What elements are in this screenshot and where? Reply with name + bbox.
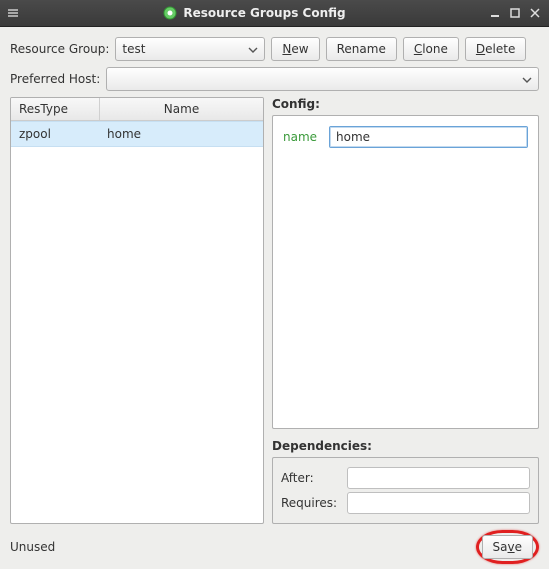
titlebar: Resource Groups Config bbox=[0, 0, 549, 27]
new-button[interactable]: New bbox=[271, 37, 319, 61]
chevron-down-icon bbox=[522, 72, 532, 86]
window-menu-icon[interactable] bbox=[6, 6, 20, 20]
config-panel: name bbox=[272, 115, 539, 429]
delete-button[interactable]: Delete bbox=[465, 37, 526, 61]
window-title: Resource Groups Config bbox=[183, 6, 345, 20]
after-input[interactable] bbox=[347, 467, 530, 489]
preferred-host-combo[interactable] bbox=[106, 67, 539, 91]
cell-restype: zpool bbox=[11, 127, 99, 141]
cell-name: home bbox=[99, 127, 149, 141]
preferred-host-label: Preferred Host: bbox=[10, 72, 100, 86]
rename-button[interactable]: Rename bbox=[326, 37, 397, 61]
chevron-down-icon bbox=[248, 42, 258, 56]
resource-group-combo[interactable]: test bbox=[115, 37, 265, 61]
close-button[interactable] bbox=[527, 5, 543, 21]
resource-group-value: test bbox=[122, 42, 145, 56]
config-section-label: Config: bbox=[272, 97, 539, 111]
requires-input[interactable] bbox=[347, 492, 530, 514]
config-name-label: name bbox=[283, 130, 321, 144]
requires-label: Requires: bbox=[281, 496, 341, 510]
dependencies-section-label: Dependencies: bbox=[272, 439, 539, 453]
column-header-name[interactable]: Name bbox=[100, 98, 263, 120]
after-label: After: bbox=[281, 471, 341, 485]
status-text: Unused bbox=[10, 540, 55, 554]
resources-table[interactable]: ResType Name zpool home bbox=[10, 97, 264, 524]
table-row[interactable]: zpool home bbox=[11, 121, 263, 147]
config-name-input[interactable] bbox=[329, 126, 528, 148]
dependencies-panel: After: Requires: bbox=[272, 457, 539, 524]
save-button[interactable]: Save bbox=[482, 535, 533, 559]
column-header-restype[interactable]: ResType bbox=[11, 98, 100, 120]
highlight-ring: Save bbox=[476, 530, 539, 564]
resource-group-label: Resource Group: bbox=[10, 42, 109, 56]
clone-button[interactable]: Clone bbox=[403, 37, 459, 61]
maximize-button[interactable] bbox=[507, 5, 523, 21]
app-icon bbox=[163, 6, 177, 20]
minimize-button[interactable] bbox=[487, 5, 503, 21]
